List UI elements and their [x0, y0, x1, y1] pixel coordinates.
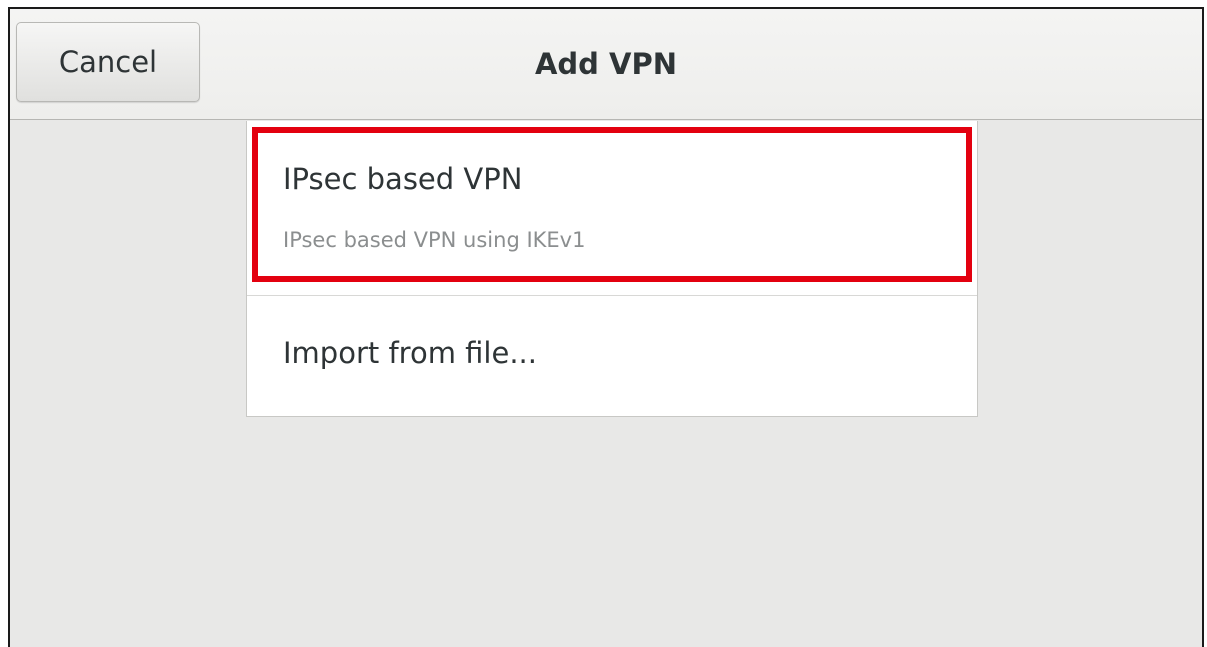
highlight-frame — [252, 127, 972, 282]
vpn-type-title: IPsec based VPN — [283, 162, 523, 196]
vpn-type-list: IPsec based VPN IPsec based VPN using IK… — [246, 121, 978, 417]
header-bar: Cancel Add VPN — [10, 9, 1202, 120]
cancel-button[interactable]: Cancel — [16, 22, 200, 102]
vpn-type-import-from-file[interactable]: Import from file... — [247, 296, 977, 416]
vpn-type-subtitle: IPsec based VPN using IKEv1 — [283, 228, 586, 252]
add-vpn-dialog: Cancel Add VPN IPsec based VPN IPsec bas… — [8, 7, 1204, 647]
vpn-type-title: Import from file... — [283, 336, 537, 370]
vpn-type-ipsec[interactable]: IPsec based VPN IPsec based VPN using IK… — [247, 121, 977, 295]
